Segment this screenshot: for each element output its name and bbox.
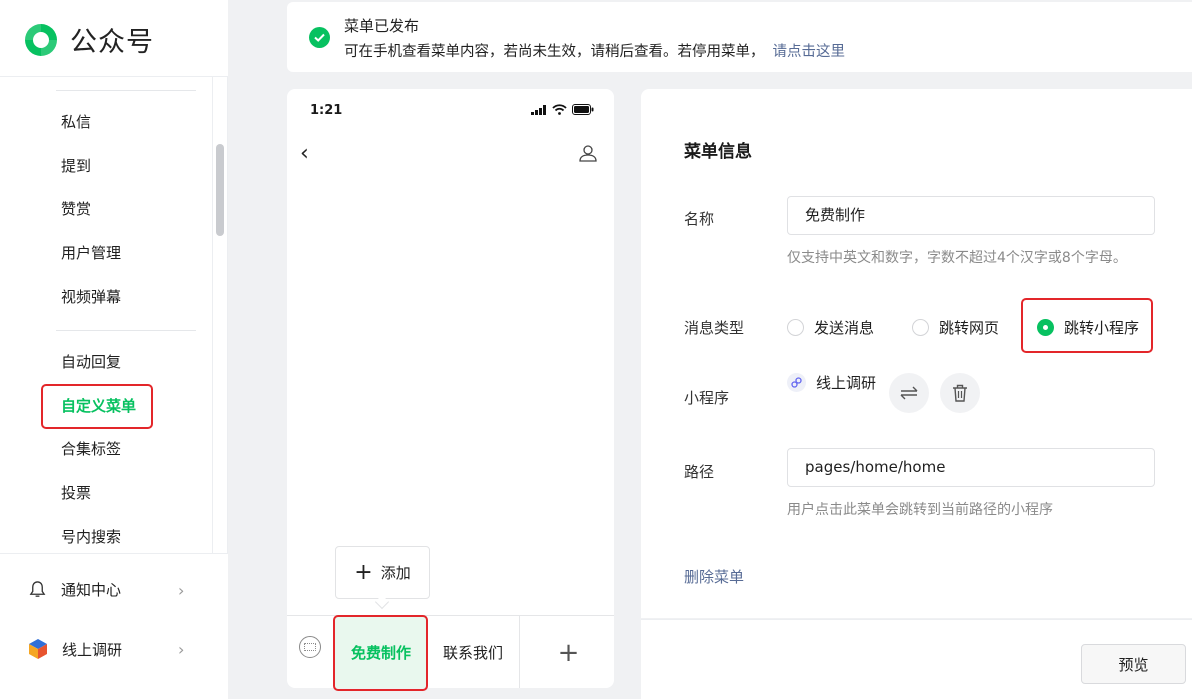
name-hint: 仅支持中英文和数字，字数不超过4个汉字或8个字母。 [787, 250, 1127, 266]
wechat-logo-icon [25, 23, 57, 56]
sidebar-item-messages[interactable]: 私信 [61, 111, 91, 133]
sidebar-item-online-survey[interactable]: 线上调研 [28, 638, 122, 660]
sidebar: 公众号 私信 提到 赞赏 用户管理 视频弹幕 自动回复 自定义菜单 合集标签 投… [0, 0, 228, 699]
divider [0, 553, 228, 554]
disable-menu-link[interactable]: 请点击这里 [773, 44, 846, 60]
sidebar-item-notifications[interactable]: 通知中心 [28, 579, 121, 600]
phone-preview: 1:21 ‹ + 添加 免费制作 联系我们 + [287, 89, 614, 688]
notice-desc-text: 可在手机查看菜单内容，若尚未生效，请稍后查看。若停用菜单， [344, 44, 765, 60]
chevron-right-icon: › [178, 640, 185, 659]
success-check-icon [309, 27, 330, 48]
divider [56, 330, 196, 331]
scrollbar-track [212, 77, 213, 553]
box-icon [29, 639, 47, 659]
add-label: 添加 [380, 564, 411, 582]
notice-title: 菜单已发布 [344, 17, 420, 35]
sidebar-item-rewards[interactable]: 赞赏 [61, 198, 91, 220]
signal-icon [531, 104, 546, 115]
sidebar-item-auto-reply[interactable]: 自动回复 [61, 351, 121, 373]
miniprogram-label: 小程序 [684, 389, 730, 407]
sidebar-item-label: 通知中心 [61, 581, 122, 599]
sidebar-item-collection-tags[interactable]: 合集标签 [61, 438, 121, 460]
plus-icon: + [354, 559, 373, 585]
trash-icon [953, 384, 967, 402]
sidebar-menu: 私信 提到 赞赏 用户管理 视频弹幕 自动回复 自定义菜单 合集标签 投票 号内… [0, 77, 227, 553]
name-label: 名称 [684, 210, 715, 228]
radio-jump-webpage[interactable]: 跳转网页 [912, 317, 999, 338]
menu-info-panel: 菜单信息 名称 免费制作 仅支持中英文和数字，字数不超过4个汉字或8个字母。 消… [641, 89, 1192, 618]
chevron-right-icon: › [178, 581, 185, 600]
bell-icon [29, 581, 46, 597]
delete-miniprogram-button[interactable] [940, 373, 980, 413]
highlight-box [41, 384, 153, 429]
miniprogram-name: 线上调研 [816, 374, 877, 392]
miniprogram-selected: 线上调研 [787, 372, 876, 393]
add-submenu-button[interactable]: + 添加 [335, 546, 430, 599]
back-icon[interactable]: ‹ [300, 141, 309, 166]
sidebar-item-vote[interactable]: 投票 [61, 482, 91, 504]
radio-send-message[interactable]: 发送消息 [787, 317, 874, 338]
menu-tab-contact-us[interactable]: 联系我们 [427, 616, 520, 688]
preview-button[interactable]: 预览 [1081, 644, 1186, 684]
message-type-label: 消息类型 [684, 319, 745, 337]
logo-text: 公众号 [70, 27, 154, 58]
highlight-box [333, 615, 428, 691]
radio-label: 跳转网页 [939, 319, 1000, 337]
sidebar-item-video-danmaku[interactable]: 视频弹幕 [61, 286, 121, 308]
user-profile-icon[interactable] [578, 143, 598, 163]
add-menu-button[interactable]: + [523, 616, 614, 688]
miniprogram-icon [787, 373, 806, 392]
notice-description: 可在手机查看菜单内容，若尚未生效，请稍后查看。若停用菜单， 请点击这里 [344, 40, 845, 61]
phone-status-icons [531, 104, 594, 115]
path-field[interactable]: pages/home/home [787, 448, 1155, 487]
radio-label: 发送消息 [814, 319, 875, 337]
logo[interactable]: 公众号 [22, 20, 154, 59]
highlight-box [1021, 298, 1153, 353]
radio-circle [787, 319, 804, 336]
publish-notice: 菜单已发布 可在手机查看菜单内容，若尚未生效，请稍后查看。若停用菜单， 请点击这里 [287, 2, 1192, 72]
keyboard-icon[interactable] [299, 636, 321, 658]
sidebar-item-search[interactable]: 号内搜索 [61, 526, 121, 548]
swap-icon [900, 386, 918, 400]
sidebar-item-user-management[interactable]: 用户管理 [61, 242, 121, 264]
panel-title: 菜单信息 [684, 142, 752, 162]
switch-miniprogram-button[interactable] [889, 373, 929, 413]
menu-name-field[interactable]: 免费制作 [787, 196, 1155, 235]
path-hint: 用户点击此菜单会跳转到当前路径的小程序 [787, 502, 1053, 518]
battery-icon [572, 104, 594, 115]
phone-time: 1:21 [310, 103, 343, 118]
delete-menu-link[interactable]: 删除菜单 [684, 566, 744, 587]
sidebar-item-label: 线上调研 [62, 640, 123, 659]
sidebar-item-mentions[interactable]: 提到 [61, 155, 91, 177]
scrollbar-thumb[interactable] [216, 144, 224, 236]
divider [56, 90, 196, 91]
divider [227, 77, 228, 553]
panel-footer: 预览 [641, 619, 1192, 699]
radio-circle [912, 319, 929, 336]
wifi-icon [552, 104, 567, 115]
path-label: 路径 [684, 463, 715, 481]
